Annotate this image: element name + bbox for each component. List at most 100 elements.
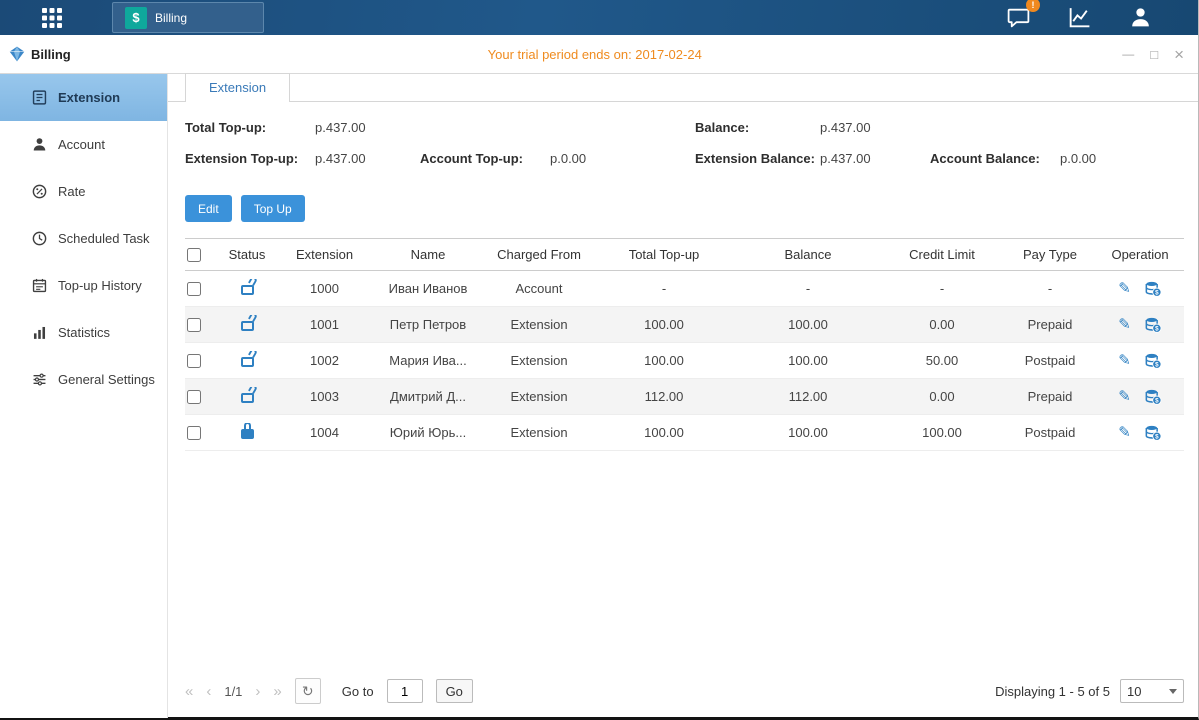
edit-icon[interactable]: ✎	[1118, 425, 1131, 440]
top-up-icon[interactable]	[1144, 352, 1162, 370]
cell-total-topup: -	[594, 281, 734, 296]
cell-charged-from: Extension	[484, 317, 594, 332]
first-page-icon[interactable]: «	[185, 684, 193, 699]
cell-credit-limit: 50.00	[882, 353, 1002, 368]
topbar-tab-label: Billing	[155, 11, 187, 25]
cell-charged-from: Extension	[484, 425, 594, 440]
cell-name: Иван Иванов	[372, 281, 484, 296]
row-checkbox[interactable]	[187, 426, 201, 440]
sidebar-item-general-settings[interactable]: General Settings	[0, 356, 167, 403]
topbar-tab-billing[interactable]: $ Billing	[112, 2, 264, 33]
cell-total-topup: 100.00	[594, 353, 734, 368]
window-controls: — □ ×	[1122, 46, 1184, 63]
sidebar-item-label: Statistics	[58, 325, 110, 340]
pagination-controls: « ‹ 1/1 › » ↻ Go to Go	[185, 678, 473, 704]
unlocked-icon	[241, 393, 254, 403]
close-button[interactable]: ×	[1174, 46, 1184, 63]
select-all-checkbox[interactable]	[187, 248, 201, 262]
table-header: Status Extension Name Charged From Total…	[185, 238, 1184, 271]
row-checkbox[interactable]	[187, 390, 201, 404]
goto-page-input[interactable]	[387, 679, 423, 703]
cell-pay-type: Prepaid	[1002, 317, 1098, 332]
cell-name: Мария Ива...	[372, 353, 484, 368]
cell-charged-from: Extension	[484, 389, 594, 404]
last-page-icon[interactable]: »	[273, 684, 281, 699]
sidebar-item-statistics[interactable]: Statistics	[0, 309, 167, 356]
cell-credit-limit: 100.00	[882, 425, 1002, 440]
row-checkbox[interactable]	[187, 354, 201, 368]
sidebar-item-extension[interactable]: Extension	[0, 74, 167, 121]
total-topup-label: Total Top-up:	[185, 120, 266, 135]
goto-label: Go to	[342, 684, 374, 699]
extension-balance-value: p.437.00	[820, 151, 871, 166]
cell-balance: 100.00	[734, 317, 882, 332]
cell-extension: 1003	[277, 389, 372, 404]
user-menu-icon[interactable]	[1127, 4, 1154, 31]
sidebar-item-topup-history[interactable]: Top-up History	[0, 262, 167, 309]
sliders-icon	[31, 371, 48, 388]
top-up-icon[interactable]	[1144, 280, 1162, 298]
account-topup-label: Account Top-up:	[420, 151, 523, 166]
reports-chart-icon[interactable]	[1066, 4, 1093, 31]
edit-button[interactable]: Edit	[185, 195, 232, 222]
go-button[interactable]: Go	[436, 679, 473, 703]
row-checkbox[interactable]	[187, 318, 201, 332]
refresh-button[interactable]: ↻	[295, 678, 321, 704]
prev-page-icon[interactable]: ‹	[206, 684, 211, 699]
cell-balance: 112.00	[734, 389, 882, 404]
cell-name: Петр Петров	[372, 317, 484, 332]
billing-window: $ Billing ! Billing Your trial period en…	[0, 0, 1199, 720]
account-balance-value: p.0.00	[1060, 151, 1096, 166]
cell-credit-limit: -	[882, 281, 1002, 296]
billing-dollar-icon: $	[125, 7, 147, 29]
displaying-text: Displaying 1 - 5 of 5	[995, 684, 1110, 699]
table-row: 1002 Мария Ива... Extension 100.00 100.0…	[185, 343, 1184, 379]
clock-icon	[31, 230, 48, 247]
top-up-icon[interactable]	[1144, 316, 1162, 334]
col-credit-limit: Credit Limit	[882, 247, 1002, 262]
calendar-icon	[31, 277, 48, 294]
page-size-select[interactable]: 10	[1120, 679, 1184, 703]
page-size-value: 10	[1127, 684, 1141, 699]
cell-credit-limit: 0.00	[882, 389, 1002, 404]
account-balance-label: Account Balance:	[930, 151, 1040, 166]
col-pay-type: Pay Type	[1002, 247, 1098, 262]
topbar-right: !	[1005, 4, 1154, 31]
cell-extension: 1001	[277, 317, 372, 332]
top-up-button[interactable]: Top Up	[241, 195, 305, 222]
cell-pay-type: Prepaid	[1002, 389, 1098, 404]
table-row: 1000 Иван Иванов Account - - - - ✎	[185, 271, 1184, 307]
edit-icon[interactable]: ✎	[1118, 353, 1131, 368]
cell-total-topup: 100.00	[594, 317, 734, 332]
balance-value: p.437.00	[820, 120, 871, 135]
apps-grid-icon[interactable]	[38, 4, 66, 32]
top-up-icon[interactable]	[1144, 388, 1162, 406]
edit-icon[interactable]: ✎	[1118, 389, 1131, 404]
cell-balance: -	[734, 281, 882, 296]
pagination-bar: « ‹ 1/1 › » ↻ Go to Go Displaying 1 - 5 …	[168, 678, 1198, 718]
row-checkbox[interactable]	[187, 282, 201, 296]
minimize-button[interactable]: —	[1122, 48, 1134, 60]
sidebar-item-account[interactable]: Account	[0, 121, 167, 168]
cell-name: Дмитрий Д...	[372, 389, 484, 404]
cell-charged-from: Extension	[484, 353, 594, 368]
extension-topup-label: Extension Top-up:	[185, 151, 298, 166]
top-up-icon[interactable]	[1144, 424, 1162, 442]
maximize-button[interactable]: □	[1150, 48, 1158, 61]
edit-icon[interactable]: ✎	[1118, 281, 1131, 296]
edit-icon[interactable]: ✎	[1118, 317, 1131, 332]
content: Extension Account Rate Scheduled Task To…	[0, 74, 1198, 718]
sidebar: Extension Account Rate Scheduled Task To…	[0, 74, 168, 718]
next-page-icon[interactable]: ›	[255, 684, 260, 699]
notifications-icon[interactable]: !	[1005, 4, 1032, 31]
cell-balance: 100.00	[734, 425, 882, 440]
sidebar-item-rate[interactable]: Rate	[0, 168, 167, 215]
page-indicator: 1/1	[224, 684, 242, 699]
tab-extension[interactable]: Extension	[185, 73, 290, 102]
titlebar: Billing Your trial period ends on: 2017-…	[0, 35, 1198, 74]
col-total-topup: Total Top-up	[594, 247, 734, 262]
sidebar-item-scheduled-task[interactable]: Scheduled Task	[0, 215, 167, 262]
pagination-summary: Displaying 1 - 5 of 5 10	[995, 679, 1184, 703]
extension-balance-label: Extension Balance:	[695, 151, 815, 166]
cell-total-topup: 100.00	[594, 425, 734, 440]
